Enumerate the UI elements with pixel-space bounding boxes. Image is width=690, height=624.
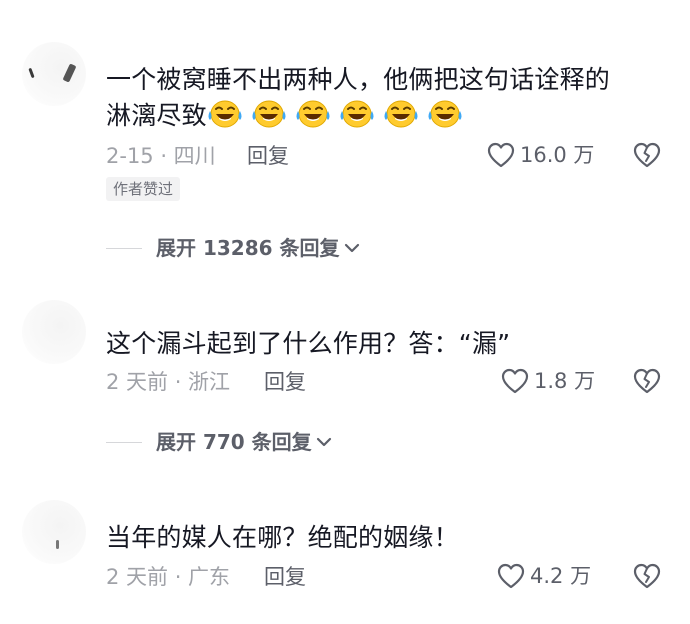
- reply-button[interactable]: 回复: [247, 142, 289, 170]
- expand-replies-label: 展开 770 条回复: [156, 430, 312, 454]
- avatar-mark: [56, 540, 59, 549]
- tears-of-joy-emoji: [427, 99, 462, 128]
- dislike-button[interactable]: [632, 562, 662, 594]
- emoji-row: [207, 99, 471, 130]
- comment-text-line: 这个漏斗起到了什么作用？答：“漏”: [106, 329, 511, 358]
- dislike-button[interactable]: [632, 367, 662, 399]
- expand-replies-button[interactable]: 展开 770 条回复: [106, 428, 333, 456]
- divider-line: [106, 441, 142, 443]
- tears-of-joy-emoji: [251, 99, 286, 128]
- reply-button[interactable]: 回复: [264, 563, 306, 591]
- expand-replies-button[interactable]: 展开 13286 条回复: [106, 234, 361, 262]
- avatar-mark: [28, 67, 35, 79]
- like-count: 1.8 万: [534, 369, 596, 393]
- reply-button[interactable]: 回复: [264, 368, 306, 396]
- comment-text-line: 一个被窝睡不出两种人，他俩把这句话诠释的: [106, 65, 611, 94]
- broken-heart-icon: [633, 368, 661, 394]
- avatar[interactable]: [22, 300, 86, 364]
- comment-text-line: 当年的媒人在哪？绝配的姻缘！: [106, 523, 459, 552]
- chevron-down-icon: [344, 243, 359, 253]
- expand-replies-label: 展开 13286 条回复: [156, 236, 340, 260]
- comment-date-location: 2 天前 · 广东: [106, 565, 231, 589]
- comment-date-location: 2-15 · 四川: [106, 144, 216, 168]
- broken-heart-icon: [633, 142, 661, 168]
- tears-of-joy-emoji: [339, 99, 374, 128]
- heart-icon: [497, 563, 525, 589]
- author-liked-badge: 作者赞过: [106, 177, 181, 201]
- like-button[interactable]: 1.8 万: [500, 367, 595, 395]
- tears-of-joy-emoji: [295, 99, 330, 128]
- like-count: 16.0 万: [520, 143, 595, 167]
- comment-text: 一个被窝睡不出两种人，他俩把这句话诠释的 淋漓尽致: [106, 62, 666, 134]
- heart-icon: [487, 142, 515, 168]
- avatar[interactable]: [22, 500, 86, 564]
- comment-text: 当年的媒人在哪？绝配的姻缘！: [106, 520, 666, 556]
- chevron-down-icon: [316, 437, 331, 447]
- like-button[interactable]: 4.2 万: [496, 562, 591, 590]
- comment-date-location: 2 天前 · 浙江: [106, 370, 231, 394]
- tears-of-joy-emoji: [207, 99, 242, 128]
- dislike-button[interactable]: [632, 141, 662, 173]
- tears-of-joy-emoji: [383, 99, 418, 128]
- comment-text-line: 淋漓尽致: [106, 101, 207, 130]
- comment-text: 这个漏斗起到了什么作用？答：“漏”: [106, 326, 666, 362]
- like-button[interactable]: 16.0 万: [486, 141, 594, 169]
- heart-icon: [501, 368, 529, 394]
- divider-line: [106, 247, 142, 249]
- like-count: 4.2 万: [530, 564, 592, 588]
- avatar[interactable]: [22, 42, 86, 106]
- avatar-mark: [62, 63, 77, 83]
- broken-heart-icon: [633, 563, 661, 589]
